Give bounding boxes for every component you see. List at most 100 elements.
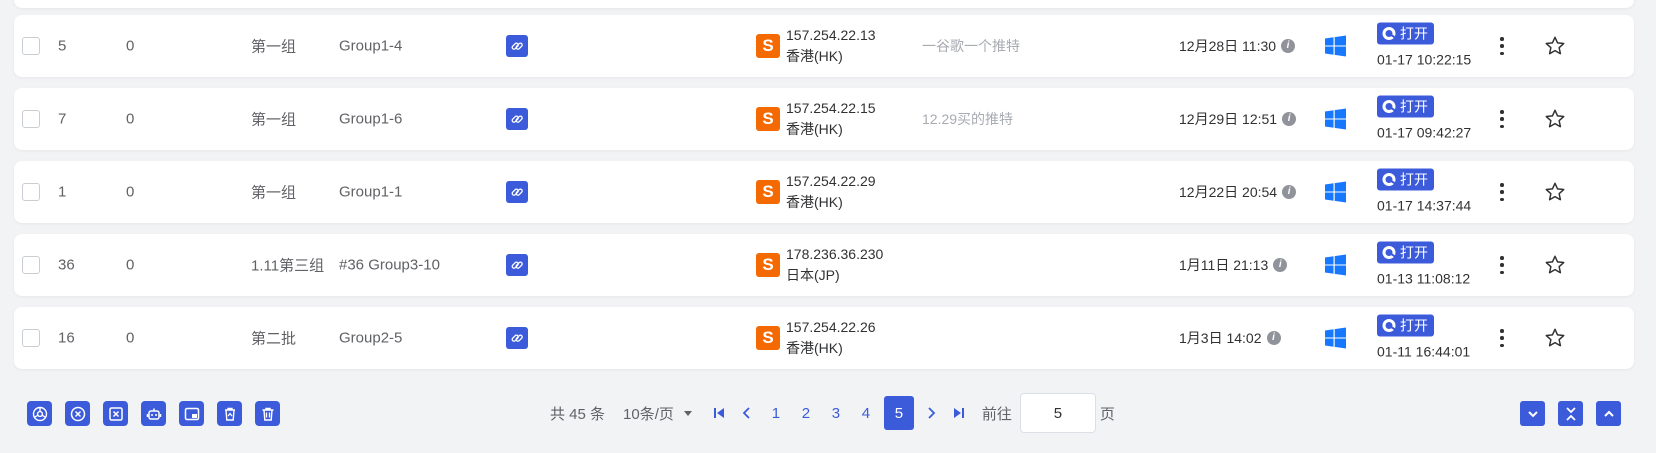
proxy-region: 香港(HK)	[786, 194, 843, 210]
row-checkbox[interactable]	[22, 37, 40, 55]
proxy-ip: 157.254.22.26	[786, 319, 876, 335]
row-id: 16	[58, 329, 75, 347]
pagination: 共 45 条 10条/页 12345 前往 5 页	[550, 393, 1115, 433]
open-button-label: 打开	[1400, 244, 1428, 261]
row-checkbox[interactable]	[22, 110, 40, 128]
page-number-3[interactable]: 3	[824, 396, 848, 430]
proxy-badge-icon: S	[756, 107, 780, 131]
more-vertical-icon[interactable]	[1497, 37, 1507, 55]
link-icon[interactable]	[506, 35, 528, 57]
prev-page-button[interactable]	[736, 398, 758, 428]
windows-icon	[1325, 327, 1346, 349]
row-name: Group1-4	[339, 37, 403, 55]
chevron-right-icon	[928, 407, 936, 419]
close-circle-button[interactable]	[65, 401, 90, 426]
open-button-label: 打开	[1400, 317, 1428, 334]
goto-page-input[interactable]	[1019, 393, 1096, 433]
proxy-info: 178.236.36.230 日本(JP)	[786, 244, 883, 286]
more-vertical-icon[interactable]	[1497, 329, 1507, 347]
trash-restore-button[interactable]	[217, 401, 242, 426]
proxy-info: 157.254.22.26 香港(HK)	[786, 317, 876, 359]
windows-icon	[1325, 181, 1346, 203]
star-icon[interactable]	[1544, 254, 1566, 276]
link-icon[interactable]	[506, 108, 528, 130]
page-number-4[interactable]: 4	[854, 396, 878, 430]
proxy-region: 香港(HK)	[786, 48, 843, 64]
window-button[interactable]	[179, 401, 204, 426]
open-column: 打开 01-17 09:42:27	[1377, 95, 1471, 143]
page-number-2[interactable]: 2	[794, 396, 818, 430]
open-button[interactable]: 打开	[1377, 22, 1434, 45]
link-icon[interactable]	[506, 254, 528, 276]
more-vertical-icon[interactable]	[1497, 183, 1507, 201]
windows-icon	[1325, 108, 1346, 130]
table-row[interactable]: 36 0 1.11第三组 #36 Group3-10 S 178.236.36.230 日本…	[14, 234, 1634, 296]
trash-icon	[260, 406, 276, 422]
row-name: #36 Group3-10	[339, 256, 440, 274]
open-button[interactable]: 打开	[1377, 95, 1434, 118]
link-icon-svg	[511, 334, 523, 342]
chrome-button[interactable]	[27, 401, 52, 426]
created-date: 12月29日 12:51 i	[1179, 109, 1297, 129]
robot-icon	[146, 406, 162, 422]
created-date: 12月22日 20:54 i	[1179, 182, 1297, 202]
browser-icon	[1381, 172, 1397, 188]
row-checkbox[interactable]	[22, 256, 40, 274]
row-count: 0	[126, 256, 135, 274]
page-number-5[interactable]: 5	[883, 396, 914, 430]
table-row[interactable]: 5 0 第一组 Group1-4 S 157.254.22.13 香港(HK) 一谷歌一个推特…	[14, 15, 1634, 77]
created-date-text: 1月11日 21:13	[1179, 257, 1269, 273]
next-page-button[interactable]	[920, 398, 942, 428]
trash-button[interactable]	[255, 401, 280, 426]
page-size-value: 10条/页	[623, 405, 674, 423]
link-icon-svg	[511, 42, 523, 50]
more-vertical-icon[interactable]	[1497, 110, 1507, 128]
proxy-region: 香港(HK)	[786, 121, 843, 137]
windows-icon	[1325, 35, 1346, 57]
robot-button[interactable]	[141, 401, 166, 426]
star-icon[interactable]	[1544, 35, 1566, 57]
proxy-info: 157.254.22.13 香港(HK)	[786, 25, 876, 67]
link-icon[interactable]	[506, 181, 528, 203]
more-vertical-icon[interactable]	[1497, 256, 1507, 274]
browser-icon	[1381, 26, 1397, 42]
table-row[interactable]: 7 0 第一组 Group1-6 S 157.254.22.15 香港(HK) 12.29买的…	[14, 88, 1634, 150]
info-icon[interactable]: i	[1282, 185, 1297, 199]
last-page-icon	[953, 408, 964, 418]
row-group: 1.11第三组	[251, 257, 325, 275]
last-page-button[interactable]	[948, 398, 970, 428]
open-button-label: 打开	[1400, 171, 1428, 188]
row-group: 第二批	[251, 330, 297, 348]
info-icon[interactable]: i	[1281, 39, 1296, 53]
close-square-button[interactable]	[103, 401, 128, 426]
open-button[interactable]: 打开	[1377, 168, 1434, 191]
open-button[interactable]: 打开	[1377, 314, 1434, 337]
scroll-down-button[interactable]	[1520, 401, 1545, 426]
info-icon[interactable]: i	[1282, 112, 1297, 126]
first-page-button[interactable]	[708, 398, 730, 428]
page-size-select[interactable]: 10条/页	[623, 403, 692, 424]
browser-icon-svg	[1382, 100, 1396, 113]
link-icon-svg	[511, 261, 523, 269]
row-note: 一谷歌一个推特	[922, 38, 1020, 54]
row-checkbox[interactable]	[22, 329, 40, 347]
proxy-ip: 157.254.22.13	[786, 27, 876, 43]
table-row[interactable]: 1 0 第一组 Group1-1 S 157.254.22.29 香港(HK) 12月22日 …	[14, 161, 1634, 223]
proxy-ip: 178.236.36.230	[786, 246, 884, 262]
open-button[interactable]: 打开	[1377, 241, 1434, 264]
star-icon[interactable]	[1544, 181, 1566, 203]
caret-down-icon	[683, 410, 692, 416]
page-number-1[interactable]: 1	[764, 396, 788, 430]
table-row[interactable]: 16 0 第二批 Group2-5 S 157.254.22.26 香港(HK) 1月3日 1…	[14, 307, 1634, 369]
scroll-up-button[interactable]	[1596, 401, 1621, 426]
link-icon[interactable]	[506, 327, 528, 349]
collapse-all-button[interactable]	[1558, 401, 1583, 426]
star-icon[interactable]	[1544, 327, 1566, 349]
proxy-badge-icon: S	[756, 180, 780, 204]
proxy-info: 157.254.22.29 香港(HK)	[786, 171, 876, 213]
proxy-badge-icon: S	[756, 326, 780, 350]
info-icon[interactable]: i	[1273, 258, 1288, 272]
star-icon[interactable]	[1544, 108, 1566, 130]
row-checkbox[interactable]	[22, 183, 40, 201]
info-icon[interactable]: i	[1266, 331, 1281, 345]
